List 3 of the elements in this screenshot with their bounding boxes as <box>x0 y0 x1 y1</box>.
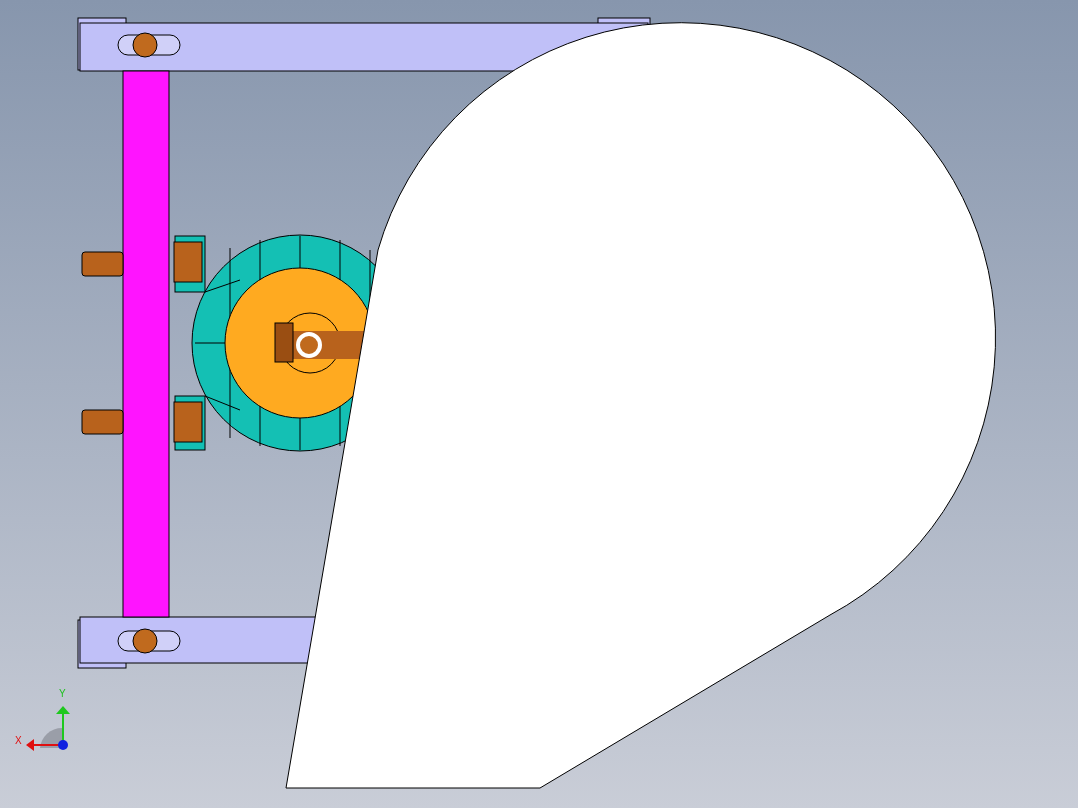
x-axis-label: X <box>15 735 22 746</box>
axis-triad-icon <box>26 706 70 751</box>
y-axis-label: Y <box>59 688 66 699</box>
